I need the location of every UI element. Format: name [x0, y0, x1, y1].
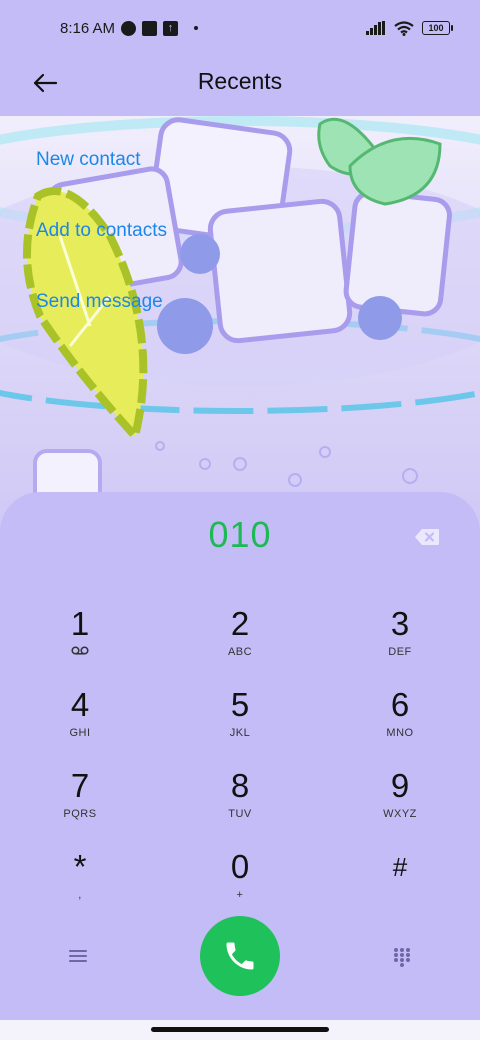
key-1[interactable]: 1: [20, 606, 140, 676]
key-3[interactable]: 3 DEF: [340, 606, 460, 676]
key-letters: JKL: [229, 727, 251, 739]
dot-icon: [194, 26, 199, 30]
backspace-icon: [415, 529, 439, 545]
key-digit: 0: [230, 848, 250, 885]
key-letters: DEF: [388, 646, 412, 658]
status-bar: 8:16 AM ↑ 100: [0, 0, 480, 56]
key-letters: [20, 646, 140, 660]
key-letters: MNO: [386, 727, 414, 739]
status-time: 8:16 AM: [60, 19, 116, 37]
new-contact-link[interactable]: New contact: [36, 146, 167, 217]
key-letters: TUV: [228, 808, 252, 820]
key-letters: ,: [78, 889, 82, 901]
status-left: 8:16 AM ↑: [60, 19, 199, 37]
menu-button[interactable]: [66, 946, 90, 966]
send-message-link[interactable]: Send message: [36, 288, 167, 359]
key-letters: +: [236, 889, 244, 901]
key-letters: GHI: [69, 727, 91, 739]
dialpad-actions: [0, 916, 480, 996]
page-title: Recents: [197, 68, 283, 94]
key-digit: *: [73, 848, 87, 885]
key-hash[interactable]: #: [340, 849, 460, 919]
app-notification-icon: [121, 20, 137, 36]
call-button[interactable]: [200, 916, 280, 996]
dialpad-icon: [394, 948, 410, 967]
key-9[interactable]: 9 WXYZ: [340, 768, 460, 838]
system-nav-bar: [0, 1020, 480, 1040]
key-0[interactable]: 0 +: [180, 849, 300, 919]
key-6[interactable]: 6 MNO: [340, 687, 460, 757]
app-header: Recents: [0, 56, 480, 116]
key-5[interactable]: 5 JKL: [180, 687, 300, 757]
key-4[interactable]: 4 GHI: [20, 687, 140, 757]
key-letters: [340, 889, 460, 903]
key-digit: 3: [390, 605, 410, 642]
key-digit: 2: [230, 605, 250, 642]
menu-icon: [69, 950, 87, 962]
key-digit: #: [392, 852, 408, 882]
add-to-contacts-link[interactable]: Add to contacts: [36, 217, 167, 288]
upload-icon: ↑: [163, 20, 179, 36]
key-digit: 4: [70, 686, 90, 723]
key-digit: 8: [230, 767, 250, 804]
home-indicator[interactable]: [151, 1027, 329, 1032]
key-letters: WXYZ: [383, 808, 417, 820]
key-2[interactable]: 2 ABC: [180, 606, 300, 676]
key-letters: ABC: [227, 646, 253, 658]
key-digit: 7: [70, 767, 90, 804]
key-digit: 6: [390, 686, 410, 723]
wifi-icon: [394, 20, 414, 36]
key-letters: PQRS: [63, 808, 97, 820]
key-digit: 1: [70, 605, 90, 642]
contact-actions: New contact Add to contacts Send message: [36, 146, 167, 359]
status-right: 100: [366, 20, 453, 36]
dialpad-panel: 010 1 2 ABC 3 DEF 4 GHI 5 JKL 6 MNO 7 PQ…: [0, 492, 480, 1020]
backspace-button[interactable]: [414, 528, 440, 546]
dialed-number: 010: [208, 514, 272, 555]
key-8[interactable]: 8 TUV: [180, 768, 300, 838]
key-digit: 5: [230, 686, 250, 723]
key-digit: 9: [390, 767, 410, 804]
signal-icon: [366, 21, 385, 35]
key-7[interactable]: 7 PQRS: [20, 768, 140, 838]
dialpad-toggle-button[interactable]: [392, 946, 412, 968]
key-star[interactable]: * ,: [20, 849, 140, 919]
battery-icon: 100: [422, 21, 453, 35]
phone-icon: [226, 942, 254, 970]
voicemail-icon: [71, 646, 89, 655]
square-notification-icon: [142, 20, 158, 36]
